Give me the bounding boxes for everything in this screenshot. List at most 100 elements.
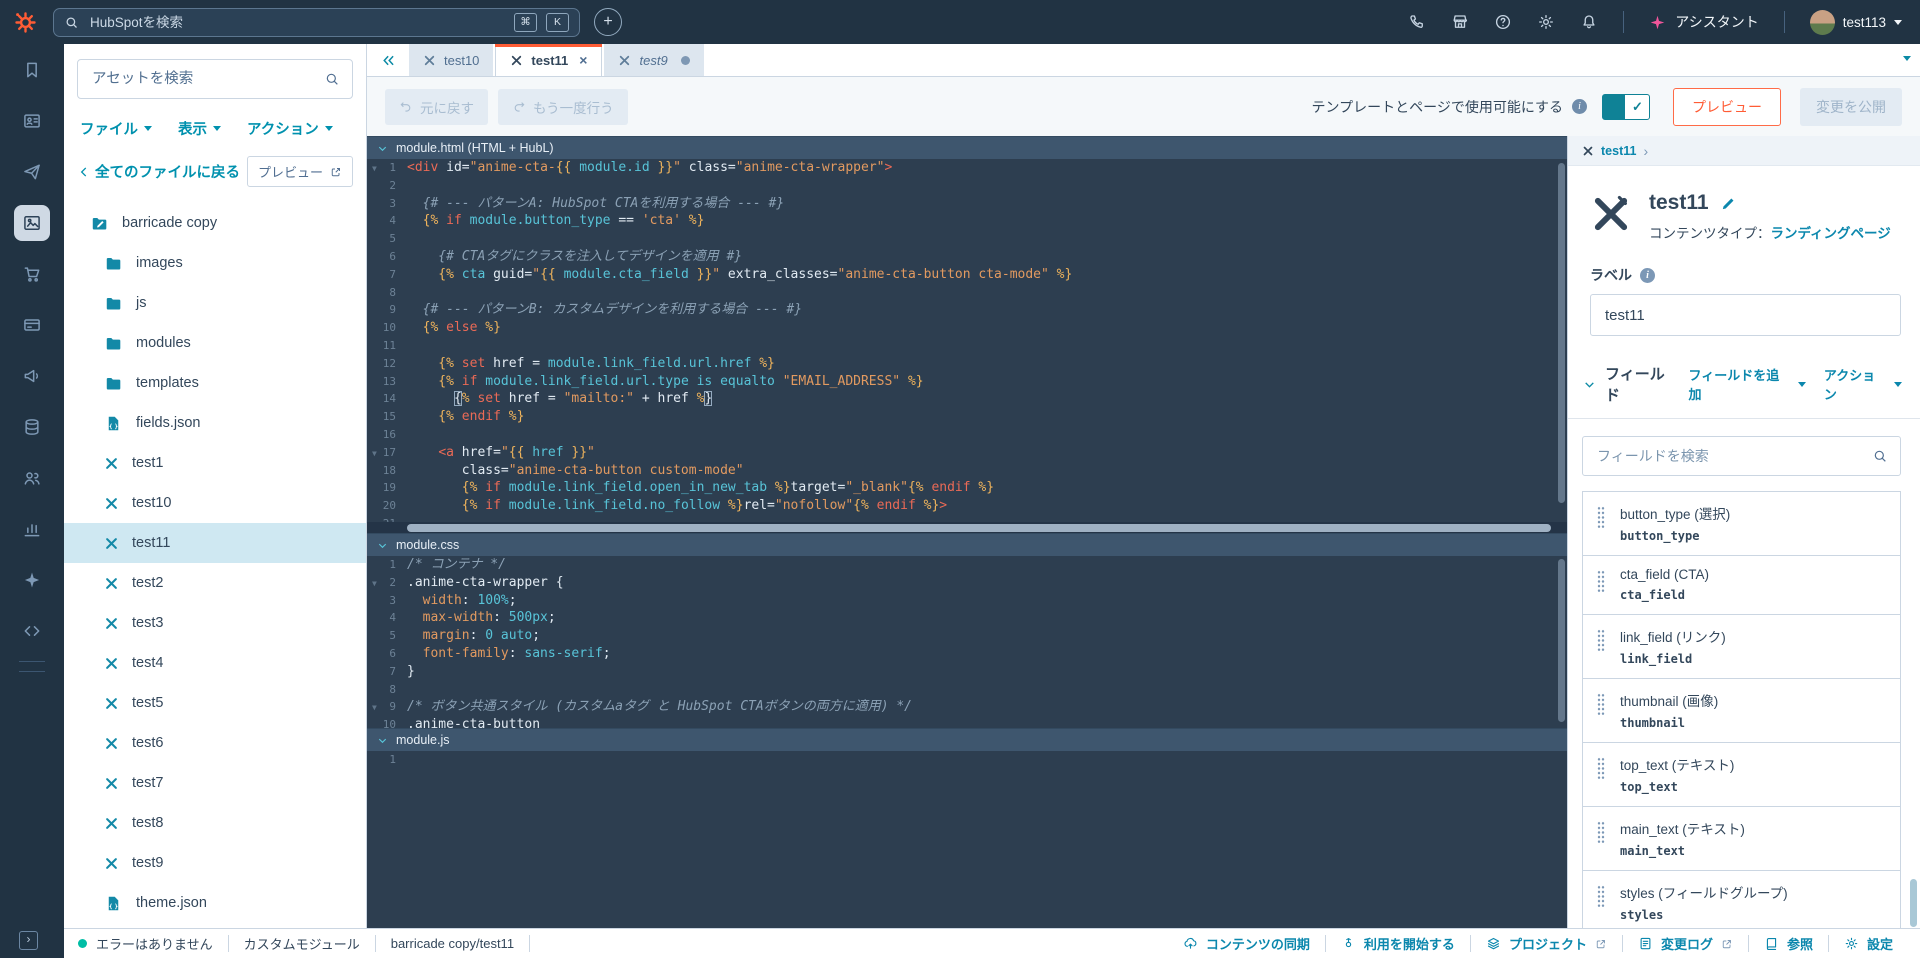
code-line[interactable]: {# CTAタグにクラスを注入してデザインを適用 #} bbox=[407, 248, 1567, 266]
code-line[interactable]: /* コンテナ */ bbox=[407, 556, 1567, 574]
code-line[interactable] bbox=[407, 681, 1567, 699]
publish-button[interactable]: 変更を公開 bbox=[1800, 88, 1902, 126]
settings-icon[interactable] bbox=[1537, 13, 1555, 31]
tree-item-test11[interactable]: test11 bbox=[64, 523, 366, 563]
code-line[interactable]: <div id="anime-cta-{{ module.id }}" clas… bbox=[407, 159, 1567, 177]
field-search-input[interactable] bbox=[1595, 447, 1864, 465]
back-to-all-files-link[interactable]: 全てのファイルに戻る bbox=[77, 161, 240, 182]
rail-development[interactable] bbox=[14, 616, 50, 646]
tree-item-images[interactable]: images bbox=[64, 243, 366, 283]
status-action-book[interactable]: 参照 bbox=[1749, 934, 1828, 953]
rail-crm[interactable] bbox=[14, 106, 50, 136]
account-menu[interactable]: test113 bbox=[1810, 10, 1902, 35]
tree-item-test2[interactable]: test2 bbox=[64, 563, 366, 603]
code-line[interactable] bbox=[407, 284, 1567, 302]
code-pane-html[interactable]: ▼1<div id="anime-cta-{{ module.id }}" cl… bbox=[367, 159, 1567, 533]
add-field-button[interactable]: フィールドを追加 bbox=[1689, 365, 1806, 403]
code-line[interactable]: width: 100%; bbox=[407, 592, 1567, 610]
assistant-button[interactable]: アシスタント bbox=[1649, 12, 1758, 32]
expand-rail-button[interactable]: › bbox=[19, 931, 38, 950]
tree-item-templates[interactable]: templates bbox=[64, 363, 366, 403]
notifications-icon[interactable] bbox=[1580, 13, 1598, 31]
drag-handle-icon[interactable] bbox=[1597, 693, 1605, 715]
field-row-cta_field[interactable]: cta_field (CTA)cta_field bbox=[1583, 556, 1900, 615]
drag-handle-icon[interactable] bbox=[1597, 821, 1605, 843]
rail-bookmarks[interactable] bbox=[14, 55, 50, 85]
tab-test9[interactable]: test9 bbox=[604, 44, 703, 76]
code-line[interactable]: {% if module.link_field.url.type is equa… bbox=[407, 373, 1567, 391]
file-menu[interactable]: ファイル bbox=[80, 118, 152, 139]
preview-file-button[interactable]: プレビュー bbox=[247, 156, 353, 187]
code-line[interactable]: {% if module.button_type == 'cta' %} bbox=[407, 212, 1567, 230]
code-line[interactable] bbox=[407, 751, 1567, 769]
info-icon[interactable]: i bbox=[1640, 268, 1655, 283]
tab-test10[interactable]: test10 bbox=[409, 44, 493, 76]
code-line[interactable]: {% set href = module.link_field.url.href… bbox=[407, 355, 1567, 373]
rail-data[interactable] bbox=[14, 412, 50, 442]
preview-button[interactable]: プレビュー bbox=[1673, 88, 1781, 126]
field-actions-button[interactable]: アクション bbox=[1824, 365, 1902, 403]
collapse-fields-icon[interactable] bbox=[1583, 378, 1596, 391]
tab-overflow-button[interactable] bbox=[1903, 56, 1911, 61]
code-line[interactable]: /* ボタン共通スタイル (カスタムaタグ と HubSpot CTAボタンの両… bbox=[407, 698, 1567, 716]
vertical-scrollbar[interactable] bbox=[1558, 559, 1565, 722]
breadcrumb-module-name[interactable]: test11 bbox=[1601, 144, 1636, 158]
rail-marketing[interactable] bbox=[14, 157, 50, 187]
drag-handle-icon[interactable] bbox=[1597, 757, 1605, 779]
code-line[interactable]: {% if module.link_field.no_follow %}rel=… bbox=[407, 497, 1567, 515]
rail-ai[interactable] bbox=[14, 565, 50, 595]
drag-handle-icon[interactable] bbox=[1597, 885, 1605, 907]
create-button[interactable]: + bbox=[594, 8, 622, 36]
field-row-button_type[interactable]: button_type (選択)button_type bbox=[1583, 492, 1900, 556]
code-line[interactable]: {% set href = "mailto:" + href %} bbox=[407, 390, 1567, 408]
fold-marker-icon[interactable]: ▼ bbox=[372, 699, 377, 717]
rail-contacts[interactable] bbox=[14, 463, 50, 493]
code-line[interactable]: <a href="{{ href }}" bbox=[407, 444, 1567, 462]
pane-header-css[interactable]: module.css bbox=[367, 533, 1567, 556]
redo-button[interactable]: もう一度行う bbox=[498, 89, 628, 125]
rail-content[interactable] bbox=[14, 205, 50, 241]
code-line[interactable]: {% endif %} bbox=[407, 408, 1567, 426]
tree-item-test3[interactable]: test3 bbox=[64, 603, 366, 643]
rail-campaigns[interactable] bbox=[14, 361, 50, 391]
asset-search[interactable] bbox=[77, 59, 353, 99]
tree-item-modules[interactable]: modules bbox=[64, 323, 366, 363]
undo-button[interactable]: 元に戻す bbox=[385, 89, 488, 125]
drag-handle-icon[interactable] bbox=[1597, 629, 1605, 651]
tab-test11[interactable]: test11× bbox=[495, 44, 602, 76]
field-row-thumbnail[interactable]: thumbnail (画像)thumbnail bbox=[1583, 679, 1900, 743]
code-line[interactable] bbox=[407, 177, 1567, 195]
code-line[interactable]: {# --- パターンA: HubSpot CTAを利用する場合 --- #} bbox=[407, 195, 1567, 213]
fold-marker-icon[interactable]: ▼ bbox=[372, 160, 377, 178]
code-line[interactable]: } bbox=[407, 663, 1567, 681]
code-line[interactable]: font-family: sans-serif; bbox=[407, 645, 1567, 663]
content-type-link[interactable]: ランディングページ bbox=[1771, 226, 1891, 241]
pane-header-js[interactable]: module.js bbox=[367, 728, 1567, 751]
status-action-sprocket[interactable]: 利用を開始する bbox=[1326, 934, 1470, 953]
info-icon[interactable]: i bbox=[1572, 99, 1587, 114]
tree-item-fields.json[interactable]: fields.json bbox=[64, 403, 366, 443]
code-line[interactable]: .anime-cta-wrapper { bbox=[407, 574, 1567, 592]
rail-reporting[interactable] bbox=[14, 514, 50, 544]
code-line[interactable]: .anime-cta-button bbox=[407, 716, 1567, 728]
code-pane-js[interactable]: 1 bbox=[367, 751, 1567, 928]
global-search[interactable]: ⌘ K bbox=[53, 8, 580, 37]
field-row-top_text[interactable]: top_text (テキスト)top_text bbox=[1583, 743, 1900, 807]
view-menu[interactable]: 表示 bbox=[178, 118, 221, 139]
availability-toggle[interactable]: ✓ bbox=[1602, 94, 1650, 120]
drag-handle-icon[interactable] bbox=[1597, 506, 1605, 528]
code-line[interactable]: max-width: 500px; bbox=[407, 609, 1567, 627]
status-action-layers[interactable]: プロジェクト bbox=[1471, 934, 1622, 953]
code-pane-css[interactable]: 1/* コンテナ */▼2.anime-cta-wrapper {3 width… bbox=[367, 556, 1567, 728]
marketplace-icon[interactable] bbox=[1451, 13, 1469, 31]
pane-header-html[interactable]: module.html (HTML + HubL) bbox=[367, 136, 1567, 159]
field-search[interactable] bbox=[1582, 436, 1901, 476]
status-action-cloud-upload[interactable]: コンテンツの同期 bbox=[1168, 934, 1325, 953]
actions-menu[interactable]: アクション bbox=[247, 118, 333, 139]
field-row-styles[interactable]: styles (フィールドグループ)styles bbox=[1583, 871, 1900, 928]
code-line[interactable]: class="anime-cta-button custom-mode" bbox=[407, 462, 1567, 480]
edit-name-icon[interactable] bbox=[1720, 195, 1737, 212]
code-line[interactable]: {% cta guid="{{ module.cta_field }}" ext… bbox=[407, 266, 1567, 284]
status-action-changelog[interactable]: 変更ログ bbox=[1623, 934, 1748, 953]
help-icon[interactable] bbox=[1494, 13, 1512, 31]
